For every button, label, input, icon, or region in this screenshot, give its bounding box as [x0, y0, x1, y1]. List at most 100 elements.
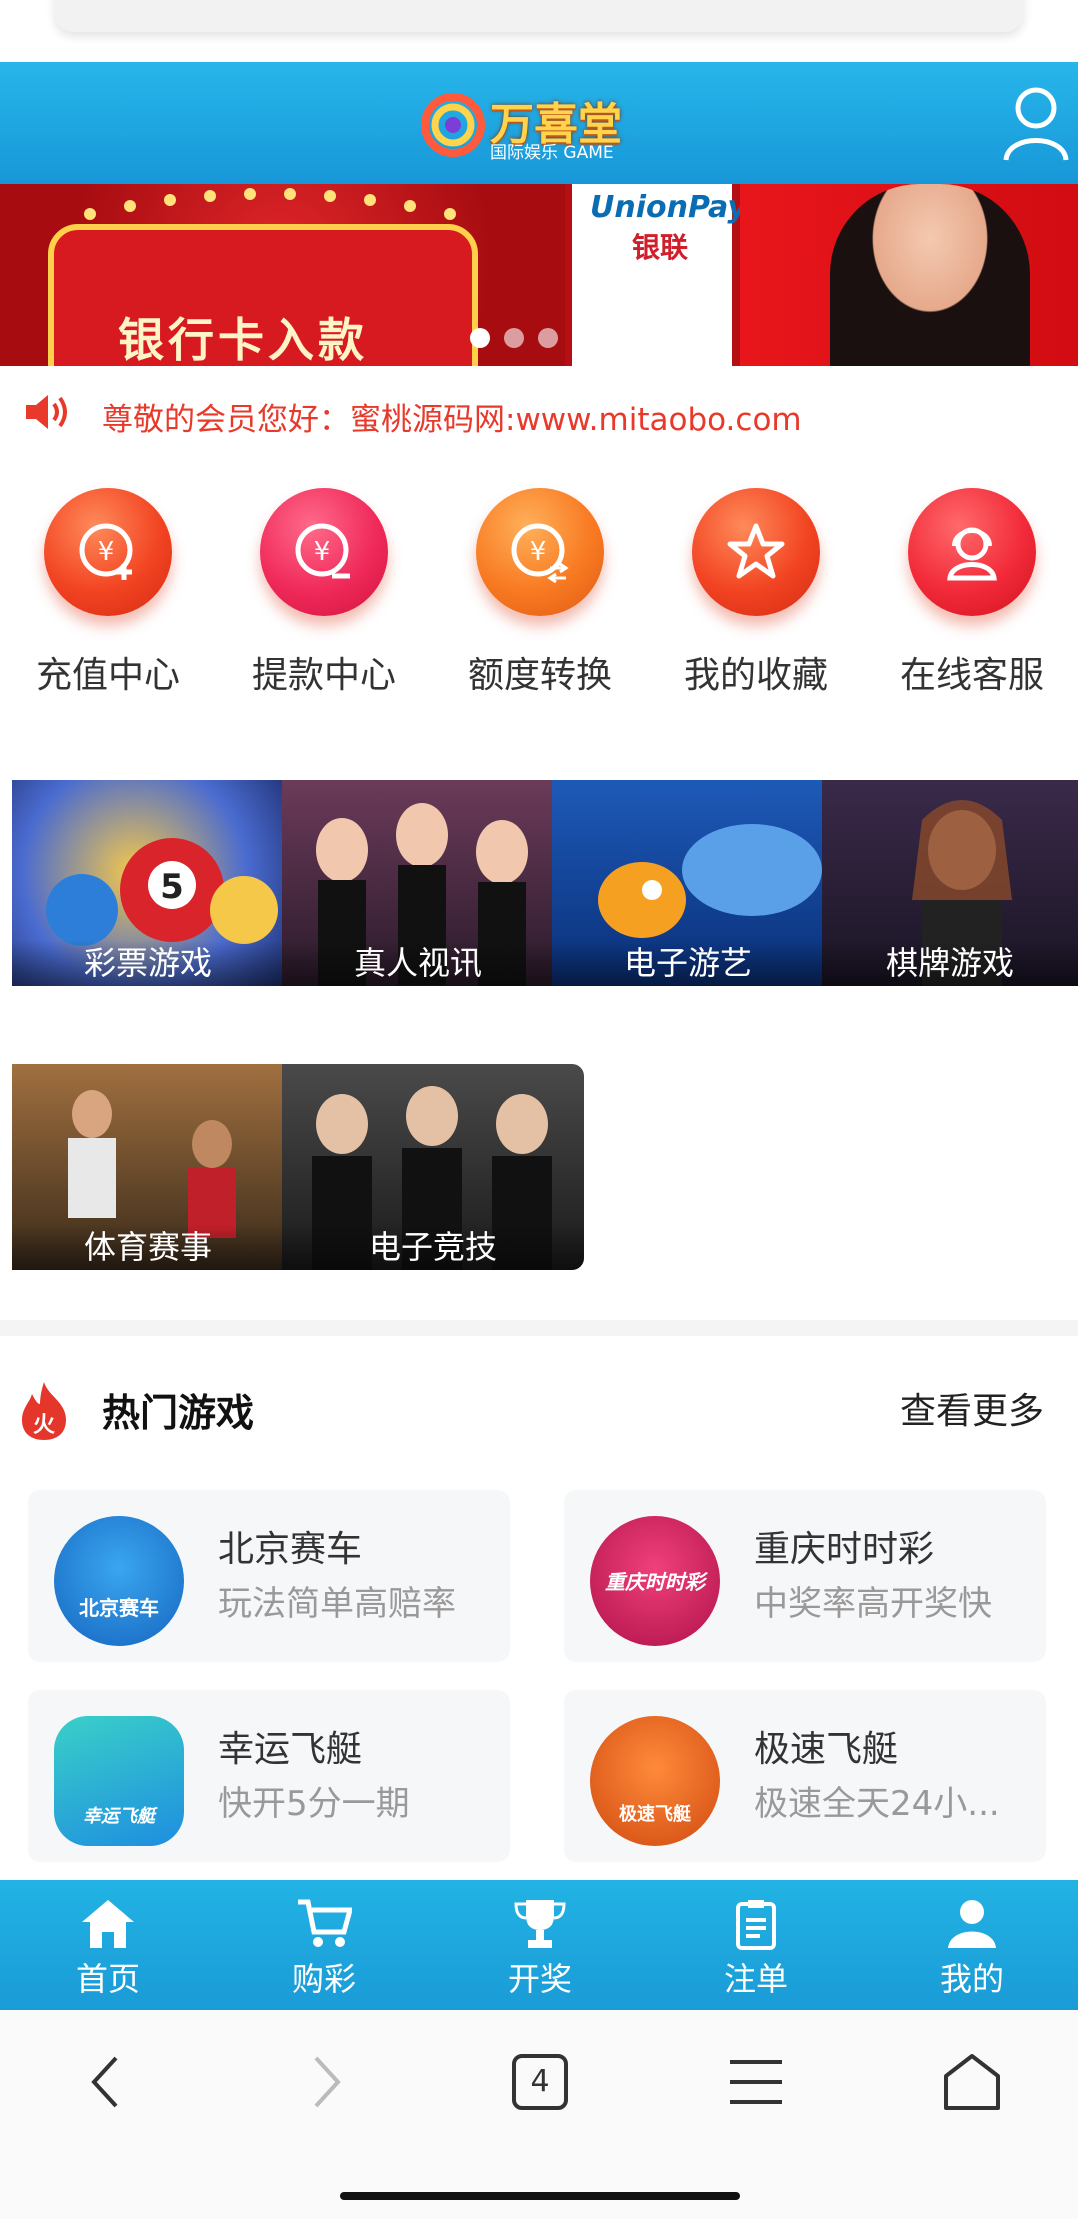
favorites-button[interactable]: 我的收藏 — [666, 488, 846, 698]
game-name: 重庆时时彩 — [754, 1529, 935, 1570]
carousel-dot[interactable] — [504, 328, 524, 348]
game-name: 幸运飞艇 — [218, 1729, 363, 1770]
tab-bets[interactable]: 注单 — [696, 1880, 816, 2010]
svg-text:¥: ¥ — [98, 537, 115, 567]
svg-text:火: 火 — [33, 1413, 55, 1438]
hot-games-title: 热门游戏 — [102, 1391, 255, 1435]
home-outline-icon — [944, 2054, 1000, 2110]
carousel-dots — [470, 328, 592, 348]
tab-label: 开奖 — [507, 1960, 572, 1998]
category-label: 棋牌游戏 — [822, 940, 1078, 986]
chevron-left-icon — [91, 2056, 118, 2108]
favorites-label: 我的收藏 — [683, 655, 828, 696]
support-label: 在线客服 — [899, 655, 1044, 696]
lucky-boat-icon: 幸运飞艇 — [54, 1716, 184, 1846]
hot-game-card[interactable]: 幸运飞艇 幸运飞艇 快开5分一期 — [28, 1690, 510, 1862]
game-name: 极速飞艇 — [754, 1729, 899, 1770]
withdraw-circle: ¥ — [260, 488, 388, 616]
transfer-circle: ¥ — [476, 488, 604, 616]
tab-mine[interactable]: 我的 — [912, 1880, 1032, 2010]
transfer-button[interactable]: ¥ 额度转换 — [450, 488, 630, 698]
speed-boat-icon: 极速飞艇 — [590, 1716, 720, 1846]
transfer-icon: ¥ — [511, 523, 569, 584]
transfer-label: 额度转换 — [467, 655, 612, 696]
home-button[interactable] — [942, 2052, 1002, 2112]
tab-draw-results[interactable]: 开奖 — [480, 1880, 600, 2010]
support-button[interactable]: 在线客服 — [882, 488, 1062, 698]
category-tile-slots[interactable]: 电子游艺 — [552, 780, 824, 986]
hot-game-card[interactable]: 极速飞艇 极速飞艇 极速全天24小... — [564, 1690, 1046, 1862]
game-desc: 中奖率高开奖快 — [754, 1584, 992, 1624]
deposit-button[interactable]: ¥ 充值中心 — [18, 488, 198, 698]
banner-bulbs — [80, 184, 480, 224]
favorites-circle — [692, 488, 820, 616]
tab-label: 我的 — [939, 1960, 1004, 1998]
category-label: 电子游艺 — [552, 940, 824, 986]
carousel-dot[interactable] — [470, 328, 490, 348]
svg-text:5: 5 — [160, 867, 184, 907]
view-more-link[interactable]: 查看更多 — [900, 1382, 1044, 1434]
deposit-icon: ¥ — [79, 523, 133, 580]
support-circle — [908, 488, 1036, 616]
clipboard-icon — [736, 1900, 776, 1950]
game-icon-text: 极速飞艇 — [619, 1804, 691, 1825]
hot-game-card[interactable]: 北京赛车 北京赛车 玩法简单高赔率 — [28, 1490, 510, 1662]
game-desc: 玩法简单高赔率 — [218, 1584, 456, 1624]
browser-address-bar[interactable] — [55, 0, 1023, 32]
star-icon — [727, 523, 785, 579]
cqssc-icon: 重庆时时彩 — [590, 1516, 720, 1646]
game-desc: 快开5分一期 — [218, 1784, 410, 1824]
category-tile-lottery[interactable]: 5 彩票游戏 — [12, 780, 284, 986]
tab-home[interactable]: 首页 — [48, 1880, 168, 2010]
withdraw-button[interactable]: ¥ 提款中心 — [234, 488, 414, 698]
tab-label: 首页 — [75, 1960, 140, 1998]
logo-swirl-icon — [421, 93, 485, 157]
game-icon-text: 北京赛车 — [79, 1596, 159, 1620]
fire-icon: 火 — [18, 1380, 70, 1442]
deposit-label: 充值中心 — [35, 655, 180, 696]
category-label: 彩票游戏 — [12, 940, 284, 986]
carousel-dot[interactable] — [538, 328, 558, 348]
back-button[interactable] — [86, 2054, 126, 2110]
category-tile-live[interactable]: 真人视讯 — [282, 780, 554, 986]
menu-icon — [730, 2060, 782, 2104]
card-brand: UnionPay — [590, 190, 747, 225]
speaker-icon — [24, 392, 72, 432]
hot-game-card[interactable]: 重庆时时彩 重庆时时彩 中奖率高开奖快 — [564, 1490, 1046, 1662]
trophy-icon — [514, 1900, 566, 1948]
carousel-dot[interactable] — [572, 328, 592, 348]
svg-text:¥: ¥ — [314, 537, 331, 567]
chevron-right-icon — [314, 2056, 341, 2108]
game-icon-text: 幸运飞艇 — [83, 1806, 155, 1827]
category-label: 电子竞技 — [282, 1224, 584, 1270]
browser-nav-bar — [0, 2010, 1078, 2219]
gesture-home-indicator — [340, 2192, 740, 2200]
tab-label: 购彩 — [291, 1960, 356, 1998]
home-icon — [82, 1900, 134, 1948]
tab-label: 注单 — [723, 1960, 788, 1998]
site-logo[interactable]: 万喜堂 国际娱乐 GAME — [420, 88, 640, 164]
forward-button[interactable] — [306, 2054, 346, 2110]
menu-button[interactable] — [728, 2058, 784, 2106]
support-icon — [947, 527, 997, 581]
withdraw-icon: ¥ — [295, 523, 350, 579]
game-name: 北京赛车 — [218, 1529, 363, 1570]
user-icon — [1003, 87, 1069, 161]
withdraw-label: 提款中心 — [251, 655, 396, 696]
category-tile-cards[interactable]: 棋牌游戏 — [822, 780, 1078, 986]
game-icon-text: 重庆时时彩 — [605, 1570, 705, 1594]
deposit-circle: ¥ — [44, 488, 172, 616]
category-tile-esports[interactable]: 电子竞技 — [282, 1064, 584, 1270]
svg-text:¥: ¥ — [530, 537, 547, 567]
banner-headline: 银行卡入款 — [118, 313, 368, 366]
tabs-button[interactable]: 4 — [512, 2054, 568, 2110]
category-tile-sports[interactable]: 体育赛事 — [12, 1064, 284, 1270]
unionpay-card: UnionPay 银联 — [572, 184, 747, 366]
section-divider — [0, 1320, 1078, 1336]
card-brand-cn: 银联 — [632, 231, 689, 264]
game-desc: 极速全天24小... — [754, 1784, 1000, 1824]
user-button[interactable] — [1000, 84, 1074, 164]
banner-model-image — [830, 184, 1030, 366]
category-label: 真人视讯 — [282, 940, 554, 986]
tab-buy-lottery[interactable]: 购彩 — [264, 1880, 384, 2010]
